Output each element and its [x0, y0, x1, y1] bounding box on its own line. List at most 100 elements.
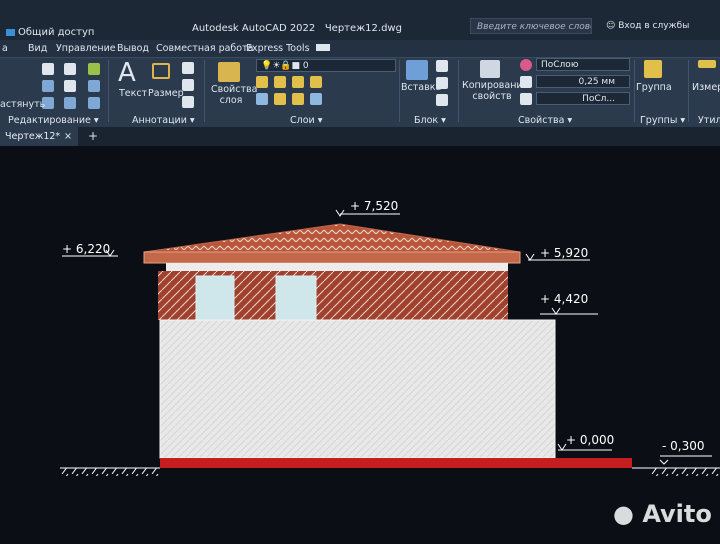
layer-properties-icon[interactable]	[218, 62, 240, 82]
dimension-icon[interactable]	[152, 63, 170, 79]
panel-separator	[688, 60, 689, 122]
search-input[interactable]: Введите ключевое слово/фразу	[470, 18, 592, 34]
window-title: Autodesk AutoCAD 2022 Чертеж12.dwg	[192, 23, 402, 34]
level-mark-6220: + 6,220	[62, 242, 118, 257]
foundation-band	[160, 458, 632, 468]
panel-label-properties[interactable]: Свойства ▾	[518, 115, 572, 126]
offset-icon[interactable]	[88, 97, 100, 109]
level-label: - 0,300	[662, 439, 705, 453]
panel-label-block[interactable]: Блок ▾	[414, 115, 446, 126]
panel-separator	[204, 60, 205, 122]
dimension-button[interactable]: Размер	[148, 88, 184, 99]
menu-item-first[interactable]: а	[2, 43, 8, 54]
facade-wall	[159, 319, 556, 459]
panel-label-layers[interactable]: Слои ▾	[290, 115, 322, 126]
color-wheel-icon[interactable]	[520, 59, 532, 71]
signin-label: Вход в службы	[618, 21, 690, 31]
file-name: Чертеж12.dwg	[324, 23, 402, 34]
table-icon[interactable]	[182, 96, 194, 108]
lineweight-dropdown[interactable]: 0,25 мм	[536, 75, 630, 88]
close-icon[interactable]: ×	[64, 127, 72, 146]
file-tab-active[interactable]: Чертеж12* ×	[0, 127, 78, 146]
layer-tool-icon[interactable]	[310, 93, 322, 105]
linetype-icon[interactable]	[520, 93, 532, 105]
text-button[interactable]: Текст	[119, 88, 147, 99]
window	[275, 275, 317, 321]
title-bar: Общий доступ Autodesk AutoCAD 2022 Черте…	[0, 0, 720, 40]
panel-separator	[634, 60, 635, 122]
signin-button[interactable]: ☺ Вход в службы	[606, 21, 689, 31]
layer-tool-icon[interactable]	[292, 93, 304, 105]
lineweight-value: 0,25 мм	[578, 77, 615, 87]
menu-item-output[interactable]: Вывод	[117, 43, 149, 54]
trim-icon[interactable]	[64, 63, 76, 75]
mirror-icon[interactable]	[42, 80, 54, 92]
stretch-button[interactable]: астянуть	[0, 99, 45, 110]
ground-hatch	[60, 468, 160, 476]
attribute-icon[interactable]	[436, 94, 448, 106]
explode-icon[interactable]	[88, 80, 100, 92]
avito-watermark: ● Avito	[613, 500, 712, 528]
layer-tool-icon[interactable]	[256, 76, 268, 88]
layer-tool-icon[interactable]	[310, 76, 322, 88]
workspace-icon[interactable]	[316, 44, 330, 51]
menu-bar: а Вид Управление Вывод Совместная работа…	[0, 40, 720, 57]
erase-icon[interactable]	[88, 63, 100, 75]
panel-label-modify[interactable]: Редактирование ▾	[8, 115, 99, 126]
leader-icon[interactable]	[182, 79, 194, 91]
new-tab-button[interactable]: +	[88, 127, 98, 146]
menu-item-manage[interactable]: Управление	[56, 43, 116, 54]
layer-dropdown[interactable]: 💡☀🔒■ 0	[256, 59, 396, 72]
color-value: ПоСлою	[541, 60, 579, 70]
panel-separator	[399, 60, 400, 122]
linear-dim-icon[interactable]	[182, 62, 194, 74]
level-label: + 7,520	[350, 199, 398, 213]
app-name: Autodesk AutoCAD 2022	[192, 23, 316, 34]
fillet-icon[interactable]	[64, 80, 76, 92]
lineweight-icon[interactable]	[520, 76, 532, 88]
elevation-drawing: + 7,520 + 6,220 + 5,920 + 4,420 + 0,000 …	[60, 199, 720, 476]
share-label: Общий доступ	[18, 27, 95, 38]
level-mark-0000: + 0,000	[557, 433, 614, 451]
edit-block-icon[interactable]	[436, 77, 448, 89]
group-icon[interactable]	[644, 60, 662, 78]
panel-label-utilities[interactable]: Утили	[698, 115, 720, 126]
frieze	[166, 263, 508, 271]
layer-properties-button[interactable]: Свойства слоя	[211, 84, 257, 106]
text-icon[interactable]: A	[118, 58, 136, 88]
menu-item-express-tools[interactable]: Express Tools	[246, 43, 310, 54]
panel-label-annotation[interactable]: Аннотации ▾	[132, 115, 195, 126]
level-label: + 5,920	[540, 246, 588, 260]
ground-hatch	[650, 468, 720, 476]
measure-icon[interactable]	[698, 60, 716, 68]
user-icon: ☺	[606, 21, 619, 31]
linetype-dropdown[interactable]: ПоСл...	[536, 92, 630, 105]
layer-tool-icon[interactable]	[292, 76, 304, 88]
avito-logo-icon: ●	[613, 500, 634, 528]
panel-separator	[108, 60, 109, 122]
menu-item-collaborate[interactable]: Совместная работа	[156, 43, 253, 54]
array-icon[interactable]	[64, 97, 76, 109]
color-dropdown[interactable]: ПоСлою	[536, 58, 630, 71]
measure-button[interactable]: Измер	[692, 82, 720, 93]
match-properties-icon[interactable]	[480, 60, 500, 78]
create-block-icon[interactable]	[436, 60, 448, 72]
rotate-icon[interactable]	[42, 63, 54, 75]
roof-shape	[143, 223, 521, 253]
file-tab-label: Чертеж12*	[5, 131, 61, 142]
match-properties-button[interactable]: Копирование свойств	[462, 80, 528, 102]
layer-tool-icon[interactable]	[256, 93, 268, 105]
layer-tool-icon[interactable]	[274, 76, 286, 88]
share-button[interactable]: Общий доступ	[6, 27, 94, 38]
layer-state-icons: 💡☀🔒■	[261, 61, 303, 71]
layer-tool-icon[interactable]	[274, 93, 286, 105]
level-label: + 6,220	[62, 242, 110, 256]
insert-block-icon[interactable]	[406, 60, 428, 80]
level-mark-7520: + 7,520	[335, 199, 400, 217]
drawing-canvas[interactable]: + 7,520 + 6,220 + 5,920 + 4,420 + 0,000 …	[0, 146, 720, 540]
panel-label-groups[interactable]: Группы ▾	[640, 115, 685, 126]
group-button[interactable]: Группа	[636, 82, 672, 93]
level-label: + 4,420	[540, 292, 588, 306]
menu-item-view[interactable]: Вид	[28, 43, 47, 54]
linetype-value: ПоСл...	[582, 94, 615, 104]
